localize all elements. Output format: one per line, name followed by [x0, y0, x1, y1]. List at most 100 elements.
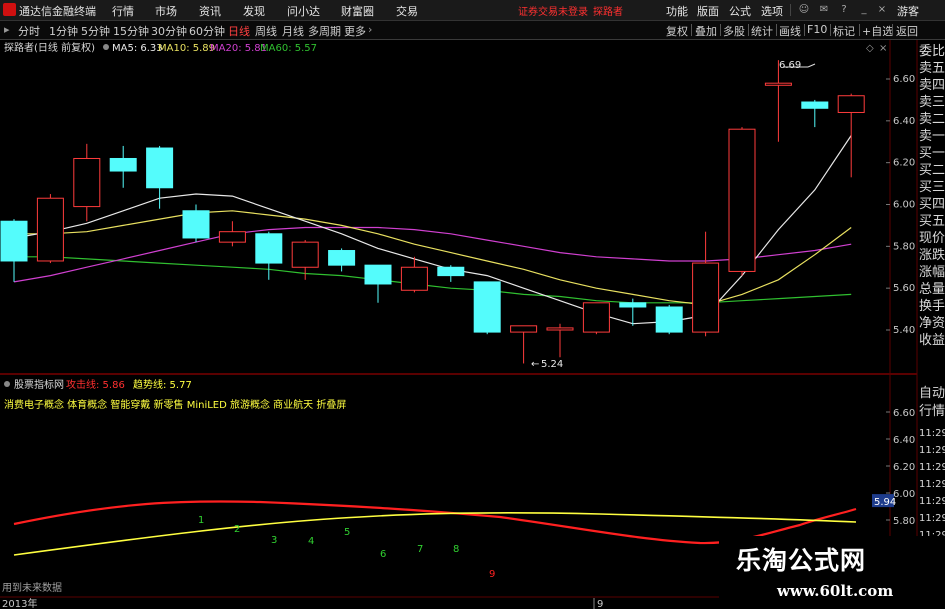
point-label: 1	[198, 515, 204, 526]
candle-body-down	[109, 157, 137, 172]
quote-field-label: 涨跌	[919, 248, 945, 263]
guest-label[interactable]: 游客	[897, 3, 919, 19]
menu-gongshi[interactable]: 公式	[729, 3, 751, 19]
candle[interactable]	[73, 143, 101, 222]
divider	[892, 24, 893, 36]
mail-icon[interactable]: ✉	[818, 4, 830, 16]
sub-tick-label: 6.40	[893, 435, 915, 446]
candle[interactable]	[510, 325, 538, 364]
tab-60min[interactable]: 60分钟	[189, 23, 225, 39]
candle[interactable]	[109, 145, 137, 188]
candle[interactable]	[182, 204, 210, 243]
divider	[804, 24, 805, 36]
candle[interactable]	[837, 93, 865, 178]
stock-name-title: 探路者	[593, 7, 623, 18]
menu-zixun[interactable]: 资讯	[199, 3, 221, 19]
ma20-legend: MA20: 5.81	[210, 43, 267, 54]
point-label: 2	[234, 524, 240, 535]
menu-hangqing[interactable]: 行情	[112, 3, 134, 19]
candle[interactable]	[328, 248, 356, 272]
ma5-legend: MA5: 6.33	[112, 43, 163, 54]
menu-shichang[interactable]: 市场	[155, 3, 177, 19]
candle-body-down	[619, 302, 647, 308]
menu-gongneng[interactable]: 功能	[666, 3, 688, 19]
candle[interactable]	[619, 298, 647, 326]
moving-average-lines	[13, 135, 852, 325]
candle[interactable]	[473, 281, 501, 335]
candle[interactable]	[655, 304, 683, 335]
attack-line-legend: 攻击线: 5.86	[66, 378, 125, 391]
candle[interactable]	[437, 265, 465, 282]
tab-more[interactable]: 更多	[344, 23, 366, 39]
candle[interactable]	[764, 60, 792, 142]
tab-daily[interactable]: 日线	[228, 23, 250, 39]
candle[interactable]	[728, 127, 756, 276]
divider	[776, 24, 777, 36]
candle[interactable]	[582, 302, 610, 335]
chart-area[interactable]: 6.60 6.40 6.20 6.00 5.80 5.60 5.40 6.60 6.40 6.2…	[0, 40, 945, 609]
candle-body-down	[146, 147, 174, 189]
more-arrow-icon[interactable]: ›	[368, 23, 372, 36]
tab-multi-period[interactable]: 多周期	[308, 23, 341, 39]
btn-diejia[interactable]: 叠加	[695, 23, 717, 39]
candlestick-series	[0, 60, 865, 364]
btn-back[interactable]: 返回	[896, 23, 918, 39]
candle[interactable]	[146, 145, 174, 209]
indicator-point-labels: 1 2 3 4 5 6 7 8 9	[198, 515, 495, 580]
menu-caifuquan[interactable]: 财富圈	[341, 3, 374, 19]
menu-faxian[interactable]: 发现	[243, 3, 265, 19]
tab-weekly[interactable]: 周线	[255, 23, 277, 39]
candle[interactable]	[218, 221, 246, 247]
quote-field-label: 卖五	[919, 61, 945, 76]
tab-5min[interactable]: 5分钟	[81, 23, 110, 39]
candle[interactable]	[0, 219, 28, 282]
legend-dot-icon	[103, 44, 109, 50]
login-warning[interactable]: 证券交易未登录	[518, 3, 588, 18]
btn-f10[interactable]: F10	[807, 23, 827, 36]
candle-body-down	[437, 266, 465, 277]
menu-wenxiaoda[interactable]: 问小达	[287, 3, 320, 19]
candle[interactable]	[692, 231, 720, 337]
indicator-title[interactable]: 股票指标网	[14, 378, 64, 391]
sub-axis-ticks: 6.60 6.40 6.20 6.005.94 5.80	[872, 408, 915, 527]
tab-fenshi[interactable]: 分时	[18, 23, 40, 39]
btn-add-favorite[interactable]: +自选	[862, 23, 893, 39]
menu-banmian[interactable]: 版面	[697, 3, 719, 19]
btn-fuquan[interactable]: 复权	[666, 23, 688, 39]
auto-quote-label[interactable]: 行情	[919, 404, 945, 422]
auto-quote-label[interactable]: 自动	[919, 386, 945, 404]
btn-duogu[interactable]: 多股	[723, 23, 745, 39]
btn-tongji[interactable]: 统计	[751, 23, 773, 39]
toolbar-arrow-icon[interactable]: ▸	[4, 23, 10, 36]
candle[interactable]	[364, 264, 392, 303]
candle-body-up	[36, 197, 64, 262]
close-icon[interactable]: ×	[876, 4, 888, 16]
quote-field-label: 买四	[919, 197, 945, 212]
candle[interactable]	[255, 231, 283, 280]
close-pane-icon[interactable]: ×	[879, 43, 887, 54]
btn-biaoji[interactable]: 标记	[833, 23, 855, 39]
user-icon[interactable]: ☺	[798, 4, 810, 16]
candle[interactable]	[546, 323, 574, 358]
divider	[830, 24, 831, 36]
minimize-icon[interactable]: _	[858, 4, 870, 16]
candle[interactable]	[400, 256, 428, 293]
svg-text:←: ←	[531, 359, 539, 370]
candle[interactable]	[36, 194, 64, 264]
ma10-legend: MA10: 5.89	[158, 43, 215, 54]
tab-monthly[interactable]: 月线	[282, 23, 304, 39]
divider	[748, 24, 749, 36]
tab-1min[interactable]: 1分钟	[49, 23, 78, 39]
btn-huaxian[interactable]: 画线	[779, 23, 801, 39]
candle[interactable]	[801, 99, 829, 128]
tab-30min[interactable]: 30分钟	[151, 23, 187, 39]
settings-icon[interactable]: ◇	[866, 43, 874, 54]
quote-field-label: 涨幅	[919, 265, 945, 280]
point-label: 5	[344, 527, 350, 538]
price-tick-label: 5.40	[893, 325, 915, 336]
menu-xuanxiang[interactable]: 选项	[761, 3, 783, 19]
help-icon[interactable]: ?	[838, 4, 850, 16]
candle-body-up	[546, 327, 574, 331]
menu-jiaoyi[interactable]: 交易	[396, 3, 418, 19]
tab-15min[interactable]: 15分钟	[113, 23, 149, 39]
